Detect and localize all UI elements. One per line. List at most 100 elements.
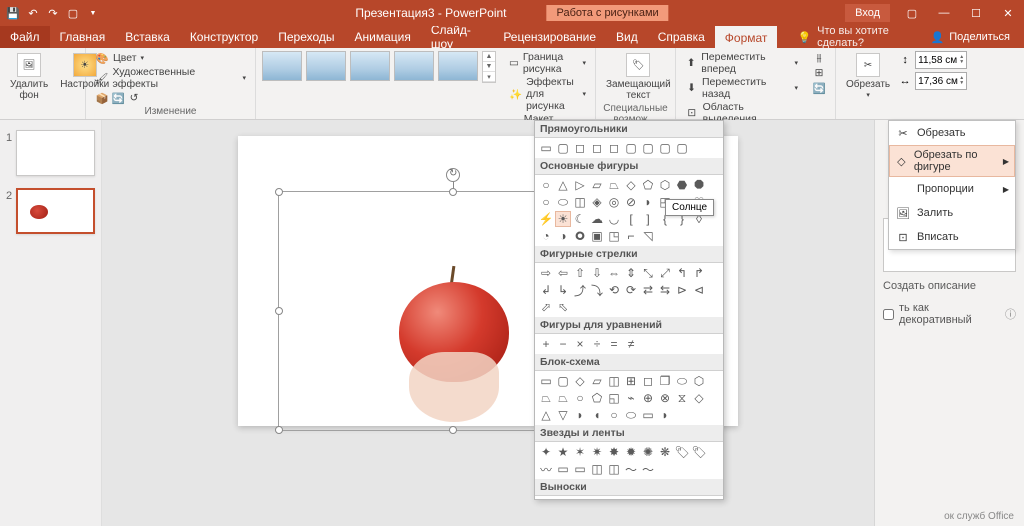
shape-star[interactable]: ✹ — [623, 444, 639, 460]
shape-callout[interactable]: ▭ — [657, 498, 673, 500]
shape-sun[interactable]: ☀ — [555, 211, 571, 227]
height-input[interactable]: 11,58 см▲▼ — [915, 51, 967, 69]
width-input[interactable]: 17,36 см▲▼ — [915, 72, 967, 90]
menu-review[interactable]: Рецензирование — [493, 26, 606, 48]
remove-background-button[interactable]: 🖼 Удалить фон — [6, 51, 52, 103]
shape-trapezoid[interactable]: ⏢ — [606, 177, 622, 193]
shape-plus[interactable]: + — [538, 336, 554, 352]
shape-arrow[interactable]: ↱ — [691, 265, 707, 281]
shape-decagon[interactable]: ○ — [538, 194, 554, 210]
shape-ribbon[interactable]: 🏷 — [674, 444, 690, 460]
shape-callout[interactable]: ▭ — [691, 498, 707, 500]
shape-ribbon[interactable]: 🏷 — [691, 444, 707, 460]
shape-arrow[interactable]: ⇦ — [555, 265, 571, 281]
menu-home[interactable]: Главная — [50, 26, 116, 48]
style-thumb[interactable] — [306, 51, 346, 81]
alt-text-button[interactable]: 🏷 Замещающий текст — [602, 51, 675, 103]
group-icon[interactable]: ⊞ — [812, 66, 826, 80]
shape-scroll[interactable]: ◫ — [589, 461, 605, 477]
slideshow-icon[interactable]: ▢ — [66, 6, 80, 20]
shape-star[interactable]: ✦ — [538, 444, 554, 460]
menu-design[interactable]: Конструктор — [180, 26, 268, 48]
shape-chord[interactable]: ◑ — [555, 228, 571, 244]
shape-manual-input[interactable]: ⏢ — [538, 390, 554, 406]
shape-arrow[interactable]: ⤴ — [572, 282, 588, 298]
shape-stored[interactable]: ◗ — [572, 407, 588, 423]
crop-menu-aspect[interactable]: Пропорции▶ — [889, 177, 1015, 201]
thumbnail-slide-2[interactable] — [16, 188, 95, 234]
shape-can[interactable]: ⬭ — [555, 194, 571, 210]
shape-callout[interactable]: 🗯 — [572, 498, 588, 500]
shape-wave[interactable]: 〰 — [538, 461, 554, 477]
style-thumb[interactable] — [394, 51, 434, 81]
menu-view[interactable]: Вид — [606, 26, 648, 48]
shape-wave[interactable]: 〜 — [640, 461, 656, 477]
shape-teardrop[interactable]: 🞉 — [572, 228, 588, 244]
shape-pie[interactable]: ◔ — [538, 228, 554, 244]
shape-decision[interactable]: ◇ — [572, 373, 588, 389]
shape-half-frame[interactable]: ◳ — [606, 228, 622, 244]
rotation-handle[interactable] — [446, 168, 460, 182]
shape-rounded-rect[interactable]: ▢ — [555, 140, 571, 156]
picture-apple[interactable] — [389, 262, 539, 422]
shape-block-arc[interactable]: ◗ — [640, 194, 656, 210]
shape-preparation[interactable]: ⬡ — [691, 373, 707, 389]
shape-star[interactable]: ✸ — [606, 444, 622, 460]
shape-callout[interactable]: ◳ — [623, 498, 639, 500]
shape-wave[interactable]: 〜 — [623, 461, 639, 477]
shape-scroll[interactable]: ◫ — [606, 461, 622, 477]
resize-handle[interactable] — [449, 426, 457, 434]
shape-pentagon[interactable]: ⬠ — [640, 177, 656, 193]
shape-bracket[interactable]: [ — [623, 211, 639, 227]
close-icon[interactable]: ✕ — [992, 0, 1024, 26]
menu-format[interactable]: Формат — [715, 26, 778, 48]
style-thumb[interactable] — [262, 51, 302, 81]
ribbon-options-icon[interactable]: ▢ — [896, 0, 928, 26]
shape-arrow[interactable]: ⟲ — [606, 282, 622, 298]
shape-arrow[interactable]: ⊳ — [674, 282, 690, 298]
shape-callout[interactable]: ◲ — [606, 498, 622, 500]
shape-arrow[interactable]: ⇧ — [572, 265, 588, 281]
rotate-icon[interactable]: 🔄 — [812, 81, 826, 95]
picture-effects-button[interactable]: ✨Эффекты для рисунка ▾ — [506, 76, 589, 112]
shape-arrow[interactable]: ⇆ — [657, 282, 673, 298]
shape-callout[interactable]: 💬 — [538, 498, 554, 500]
shape-process[interactable]: ▭ — [538, 373, 554, 389]
shape-or[interactable]: ⊗ — [657, 390, 673, 406]
shape-diamond[interactable]: ◇ — [623, 177, 639, 193]
maximize-icon[interactable]: ☐ — [960, 0, 992, 26]
shape-tape[interactable]: ⌁ — [623, 390, 639, 406]
shape-display[interactable]: ◗ — [657, 407, 673, 423]
minimize-icon[interactable]: — — [928, 0, 960, 26]
shape-document[interactable]: ◻ — [640, 373, 656, 389]
menu-animations[interactable]: Анимация — [345, 26, 421, 48]
picture-styles-gallery[interactable]: ▲▼▾ — [262, 51, 496, 83]
shape-round-rect[interactable]: ▢ — [674, 140, 690, 156]
shape-arrow[interactable]: ⇩ — [589, 265, 605, 281]
shape-ribbon[interactable]: ▭ — [555, 461, 571, 477]
shape-triangle[interactable]: △ — [555, 177, 571, 193]
shape-delay[interactable]: ◖ — [589, 407, 605, 423]
shape-junction[interactable]: ⊕ — [640, 390, 656, 406]
shape-direct[interactable]: ▭ — [640, 407, 656, 423]
shape-terminator[interactable]: ⬭ — [674, 373, 690, 389]
resize-handle[interactable] — [275, 188, 283, 196]
shape-octagon[interactable]: ⯃ — [691, 177, 707, 193]
qat-more-icon[interactable]: ▼ — [86, 6, 100, 20]
shape-frame[interactable]: ▣ — [589, 228, 605, 244]
shape-arrow[interactable]: ⤢ — [657, 265, 673, 281]
shape-arrow[interactable]: ⇔ — [606, 265, 622, 281]
shape-snip-rect[interactable]: ◻ — [606, 140, 622, 156]
crop-button[interactable]: ✂ Обрезать ▾ — [842, 51, 894, 102]
shape-snip-rect[interactable]: ◻ — [572, 140, 588, 156]
shape-arrow[interactable]: ⊲ — [691, 282, 707, 298]
shape-merge[interactable]: ▽ — [555, 407, 571, 423]
shape-oval[interactable]: ○ — [538, 177, 554, 193]
shape-arrow[interactable]: ⬀ — [538, 299, 554, 315]
info-icon[interactable]: ⓘ — [1005, 306, 1016, 322]
shape-connector[interactable]: ○ — [572, 390, 588, 406]
decorative-checkbox[interactable] — [883, 309, 894, 320]
style-thumb[interactable] — [438, 51, 478, 81]
shape-cube[interactable]: ◫ — [572, 194, 588, 210]
resize-handle[interactable] — [449, 188, 457, 196]
